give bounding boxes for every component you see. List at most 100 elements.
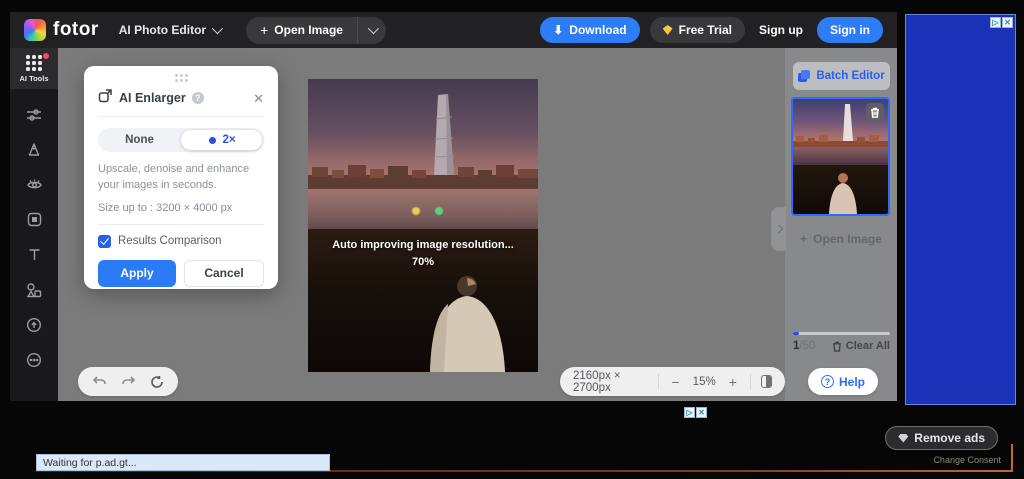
shapes-icon bbox=[26, 282, 42, 298]
ad-close-icon[interactable]: ✕ bbox=[1002, 17, 1013, 28]
fotor-logo[interactable]: fotor bbox=[24, 19, 99, 41]
question-circle-icon: ? bbox=[821, 375, 834, 388]
free-trial-label: Free Trial bbox=[679, 23, 732, 37]
adchoices-icon[interactable]: ▷ bbox=[990, 17, 1001, 28]
scale-segmented-control: None 2× bbox=[98, 128, 264, 152]
apply-button[interactable]: Apply bbox=[98, 260, 176, 287]
retouch-icon bbox=[26, 142, 42, 158]
drag-handle[interactable] bbox=[175, 74, 188, 82]
checkbox-checked-icon[interactable] bbox=[98, 235, 111, 248]
change-consent-link[interactable]: Change Consent bbox=[933, 455, 1001, 465]
top-nav: fotor AI Photo Editor + Open Image ⬇ Dow… bbox=[10, 12, 897, 48]
zoom-in-button[interactable]: + bbox=[726, 374, 740, 390]
adchoices-icon[interactable]: ▷ bbox=[684, 407, 695, 418]
processing-text: Auto improving image resolution... bbox=[308, 239, 538, 251]
image-person bbox=[308, 274, 538, 372]
free-trial-button[interactable]: Free Trial bbox=[650, 17, 745, 43]
remove-ads-label: Remove ads bbox=[914, 431, 985, 445]
usage-total: /50 bbox=[799, 340, 815, 352]
enlarger-icon bbox=[98, 88, 113, 108]
sign-up-link[interactable]: Sign up bbox=[755, 23, 807, 37]
sidebar-item-retouch[interactable] bbox=[10, 132, 58, 167]
help-tooltip-icon[interactable]: ? bbox=[192, 92, 204, 104]
diamond-icon bbox=[663, 25, 673, 35]
browser-status-bar: Waiting for p.ad.gt... bbox=[36, 454, 330, 471]
delete-image-button[interactable] bbox=[866, 103, 884, 121]
image-skyline bbox=[308, 79, 538, 191]
working-image[interactable]: Auto improving image resolution... 70% bbox=[308, 79, 538, 372]
option-none[interactable]: None bbox=[98, 128, 181, 152]
batch-editor-button[interactable]: Batch Editor bbox=[793, 62, 890, 90]
results-comparison-checkbox-row[interactable]: Results Comparison bbox=[98, 235, 264, 248]
ai-tools-icon bbox=[26, 55, 42, 71]
processing-percent: 70% bbox=[308, 256, 538, 268]
cancel-button[interactable]: Cancel bbox=[184, 260, 264, 287]
batch-editor-label: Batch Editor bbox=[816, 70, 884, 82]
description-line2: your images in seconds. bbox=[98, 178, 264, 194]
loader-dot-green bbox=[435, 207, 443, 215]
option-none-label: None bbox=[125, 134, 154, 146]
sidebar-item-text[interactable] bbox=[10, 237, 58, 272]
zoom-out-button[interactable]: − bbox=[668, 374, 682, 390]
option-2x[interactable]: 2× bbox=[181, 128, 264, 152]
redo-icon[interactable] bbox=[121, 375, 136, 388]
open-image-button-group: + Open Image bbox=[246, 17, 386, 44]
download-icon: ⬇ bbox=[553, 23, 563, 37]
sign-in-button[interactable]: Sign in bbox=[817, 17, 883, 43]
ad-close-icon[interactable]: ✕ bbox=[696, 407, 707, 418]
clear-all-button[interactable]: Clear All bbox=[832, 340, 890, 352]
close-icon[interactable]: ✕ bbox=[253, 92, 264, 105]
thumb-person bbox=[793, 171, 888, 214]
thumb-water bbox=[793, 147, 888, 165]
editor-mode-menu[interactable]: AI Photo Editor bbox=[119, 23, 220, 37]
dialog-header: AI Enlarger ? ✕ bbox=[98, 86, 264, 117]
compare-view-icon[interactable] bbox=[761, 375, 772, 388]
panel-open-image-button[interactable]: + Open Image bbox=[785, 232, 897, 246]
status-text: Waiting for p.ad.gt... bbox=[43, 457, 137, 469]
bottom-adchoices-controls: ▷ ✕ bbox=[684, 407, 707, 418]
sidebar-item-more[interactable] bbox=[10, 342, 58, 377]
app-window: fotor AI Photo Editor + Open Image ⬇ Dow… bbox=[10, 12, 897, 401]
trash-icon bbox=[870, 107, 880, 118]
editor-mode-label: AI Photo Editor bbox=[119, 23, 206, 37]
download-button[interactable]: ⬇ Download bbox=[540, 17, 639, 43]
zoom-level: 15% bbox=[693, 376, 716, 388]
open-image-dropdown[interactable] bbox=[357, 17, 386, 44]
sidebar-item-adjust[interactable] bbox=[10, 97, 58, 132]
trash-icon bbox=[832, 341, 842, 352]
remove-ads-button[interactable]: Remove ads bbox=[885, 426, 998, 450]
plus-icon: + bbox=[260, 23, 268, 37]
image-thumbnail[interactable] bbox=[791, 97, 890, 216]
open-image-label: Open Image bbox=[274, 23, 343, 37]
cloud-upload-icon bbox=[26, 317, 42, 333]
dialog-description: Upscale, denoise and enhance your images… bbox=[98, 162, 264, 194]
help-button[interactable]: ? Help bbox=[808, 368, 878, 395]
sidebar-item-effects[interactable] bbox=[10, 167, 58, 202]
more-icon bbox=[26, 352, 42, 368]
dialog-title: AI Enlarger bbox=[119, 91, 186, 105]
sidebar-item-ai-tools[interactable]: AI Tools bbox=[10, 48, 58, 89]
open-image-button[interactable]: + Open Image bbox=[246, 17, 357, 44]
sidebar-item-import[interactable] bbox=[10, 307, 58, 342]
sidebar-item-frames[interactable] bbox=[10, 202, 58, 237]
option-2x-label: 2× bbox=[222, 134, 235, 146]
panel-collapse-tab[interactable] bbox=[771, 207, 786, 251]
usage-row: 1 /50 Clear All bbox=[793, 340, 890, 352]
fotor-logo-text: fotor bbox=[53, 19, 99, 41]
loader-dot-yellow bbox=[412, 207, 420, 215]
reset-icon[interactable] bbox=[150, 375, 164, 389]
ai-tools-label: AI Tools bbox=[19, 74, 48, 83]
usage-progress-bar bbox=[793, 332, 890, 335]
undo-icon[interactable] bbox=[92, 375, 107, 388]
ai-enlarger-dialog: AI Enlarger ? ✕ None 2× Upscale, denoise… bbox=[84, 66, 278, 289]
editor-canvas: Auto improving image resolution... 70% A… bbox=[58, 48, 785, 401]
help-label: Help bbox=[839, 375, 865, 389]
fotor-logo-icon bbox=[24, 19, 46, 41]
image-water bbox=[308, 189, 538, 231]
chevron-down-icon bbox=[368, 23, 379, 34]
notification-dot bbox=[43, 53, 49, 59]
nav-actions: ⬇ Download Free Trial Sign up Sign in bbox=[540, 17, 883, 43]
sign-in-label: Sign in bbox=[830, 23, 870, 37]
sidebar-ad-banner[interactable]: ▷ ✕ bbox=[905, 14, 1016, 405]
sidebar-item-elements[interactable] bbox=[10, 272, 58, 307]
